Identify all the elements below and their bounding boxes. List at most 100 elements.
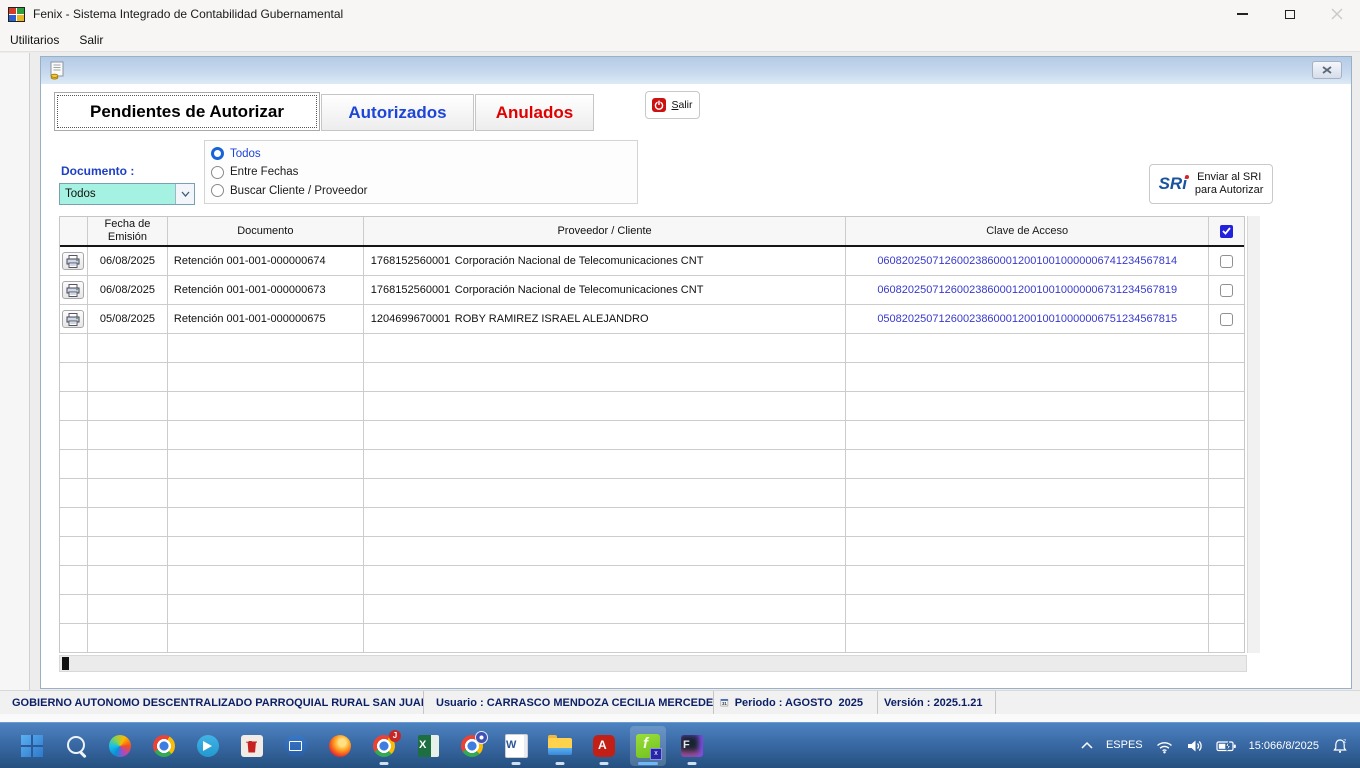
language-indicator[interactable]: ESP ES: [1103, 726, 1146, 766]
taskbar-button-acrobat[interactable]: [586, 726, 622, 766]
empty-table-row: [60, 392, 1244, 421]
vertical-scrollbar[interactable]: [1247, 216, 1260, 653]
close-button[interactable]: [1313, 0, 1360, 28]
taskbar-app-icons: Jx: [14, 726, 718, 766]
checkbox-cell: [1209, 305, 1244, 333]
empty-table-row: [60, 566, 1244, 595]
sri-logo: SRi: [1159, 174, 1187, 194]
tab-autorizados[interactable]: Autorizados: [321, 94, 474, 131]
row-checkbox[interactable]: [1220, 284, 1233, 297]
empty-table-row: [60, 508, 1244, 537]
documents-table: Fecha de Emisión Documento Proveedor / C…: [59, 216, 1245, 653]
radio-option-todos[interactable]: Todos: [211, 145, 631, 162]
print-column-header: [60, 217, 88, 245]
language-line2: ES: [1128, 739, 1143, 752]
statusbar-period: 31 Periodo : AGOSTO 2025: [714, 691, 878, 714]
close-icon: [1331, 8, 1343, 20]
tab-pendientes-de-autorizar[interactable]: Pendientes de Autorizar: [54, 92, 320, 131]
taskbar-button-excel[interactable]: [410, 726, 446, 766]
proveedor-cell: 1768152560001 Corporación Nacional de Te…: [364, 276, 847, 304]
taskbar-button-firefox[interactable]: [322, 726, 358, 766]
empty-table-row: [60, 363, 1244, 392]
proveedor-cell: 1204699670001 ROBY RAMIREZ ISRAEL ALEJAN…: [364, 305, 847, 333]
statusbar-version: Versión : 2025.1.21: [878, 691, 996, 714]
taskbar: Jx ESP ES: [0, 722, 1360, 768]
radio-option-buscar-cliente-proveedor[interactable]: Buscar Cliente / Proveedor: [211, 182, 631, 199]
proveedor-nombre: Corporación Nacional de Telecomunicacion…: [455, 255, 704, 267]
printer-icon: [66, 313, 80, 326]
tab-anulados[interactable]: Anulados: [475, 94, 594, 131]
select-all-header: [1209, 217, 1244, 245]
recycle-bin-icon: [239, 733, 265, 759]
copilot-icon: [107, 733, 133, 759]
clock[interactable]: 15:06 6/8/2025: [1246, 726, 1322, 766]
empty-table-row: [60, 479, 1244, 508]
ruc-value: 1768152560001: [371, 284, 455, 296]
clave-cell: 0608202507126002386000120010010000006731…: [846, 276, 1209, 304]
taskbar-button-copilot[interactable]: [102, 726, 138, 766]
checkbox-cell: [1209, 276, 1244, 304]
chrome-icon: [151, 733, 177, 759]
fecha-cell: 06/08/2025: [88, 276, 168, 304]
documento-select[interactable]: Todos: [59, 183, 195, 205]
tray-date: 6/8/2025: [1276, 739, 1319, 753]
documento-value: Retención 001-001-000000673: [174, 284, 326, 296]
menu-salir[interactable]: Salir: [69, 28, 113, 51]
documento-cell: Retención 001-001-000000673: [168, 276, 364, 304]
taskbar-button-fenix[interactable]: x: [630, 726, 666, 766]
documents-window: Pendientes de Autorizar Autorizados Anul…: [40, 56, 1352, 689]
taskbar-button-fenix-dark[interactable]: [674, 726, 710, 766]
exit-button[interactable]: Salir: [645, 91, 700, 119]
entity-name: GOBIERNO AUTONOMO DESCENTRALIZADO PARROQ…: [12, 697, 424, 709]
empty-table-row: [60, 595, 1244, 624]
taskbar-button-telegram[interactable]: [190, 726, 226, 766]
svg-text:31: 31: [722, 701, 727, 706]
acrobat-icon: [591, 733, 617, 759]
wifi-button[interactable]: [1152, 726, 1177, 766]
taskbar-button-recycle-bin[interactable]: [234, 726, 270, 766]
radio-option-entre-fechas[interactable]: Entre Fechas: [211, 164, 631, 181]
taskbar-button-start[interactable]: [14, 726, 50, 766]
scrollbar-thumb[interactable]: [62, 657, 69, 670]
horizontal-scrollbar[interactable]: [59, 655, 1247, 672]
battery-button[interactable]: [1213, 726, 1240, 766]
taskbar-button-chrome-profile[interactable]: J: [366, 726, 402, 766]
screen: Fenix - Sistema Integrado de Contabilida…: [0, 0, 1360, 768]
window-controls: [1219, 0, 1360, 28]
notifications-button[interactable]: z: [1328, 726, 1352, 766]
taskbar-button-file-explorer[interactable]: [542, 726, 578, 766]
taskbar-button-chrome[interactable]: [146, 726, 182, 766]
battery-charging-icon: [1216, 739, 1237, 753]
print-button[interactable]: [62, 252, 84, 270]
enviar-sri-button[interactable]: SRi Enviar al SRIpara Autorizar: [1149, 164, 1273, 204]
child-close-button[interactable]: [1312, 61, 1342, 79]
radio-label: Todos: [230, 148, 261, 160]
fecha-cell: 06/08/2025: [88, 247, 168, 275]
print-button[interactable]: [62, 281, 84, 299]
minimize-button[interactable]: [1219, 0, 1266, 28]
running-indicator: [512, 762, 521, 765]
print-button[interactable]: [62, 310, 84, 328]
volume-button[interactable]: [1183, 726, 1207, 766]
radio-selected-icon: [211, 147, 224, 160]
tray-chevron-button[interactable]: [1077, 726, 1097, 766]
row-checkbox[interactable]: [1220, 313, 1233, 326]
table-row: 06/08/2025 Retención 001-001-000000673 1…: [60, 276, 1244, 305]
radio-label: Buscar Cliente / Proveedor: [230, 185, 367, 197]
taskbar-button-search[interactable]: [58, 726, 94, 766]
taskbar-button-chrome-share[interactable]: [454, 726, 490, 766]
taskbar-button-word[interactable]: [498, 726, 534, 766]
menu-utilitarios[interactable]: Utilitarios: [0, 28, 69, 51]
maximize-button[interactable]: [1266, 0, 1313, 28]
taskbar-button-remote-desktop[interactable]: [278, 726, 314, 766]
statusbar-entity: GOBIERNO AUTONOMO DESCENTRALIZADO PARROQ…: [0, 691, 424, 714]
clave-value: 0608202507126002386000120010010000006741…: [877, 255, 1177, 267]
calendar-icon: 31: [720, 695, 729, 710]
running-indicator: [638, 762, 658, 765]
statusbar-user: Usuario : CARRASCO MENDOZA CECILIA MERCE…: [424, 691, 714, 714]
select-all-checkbox[interactable]: [1220, 225, 1233, 238]
fecha-header: Fecha de Emisión: [88, 217, 168, 245]
row-checkbox[interactable]: [1220, 255, 1233, 268]
print-cell: [60, 305, 88, 333]
empty-table-row: [60, 334, 1244, 363]
